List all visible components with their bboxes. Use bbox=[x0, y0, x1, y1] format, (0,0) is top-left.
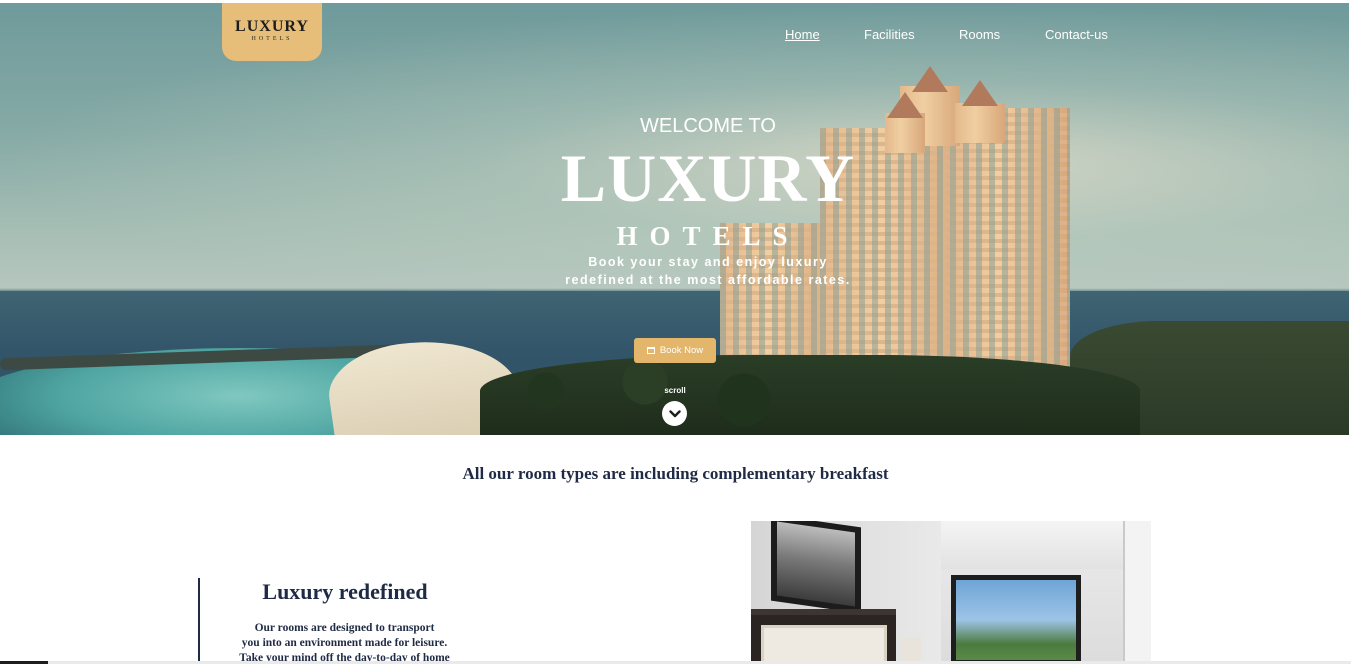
scroll-down-button[interactable] bbox=[662, 401, 687, 426]
hero-tagline-line-1: Book your stay and enjoy luxury bbox=[588, 255, 828, 269]
hero-tagline: Book your stay and enjoy luxury redefine… bbox=[0, 253, 1351, 289]
hero-welcome: WELCOME TO bbox=[640, 115, 776, 137]
hero-subtitle: HOTELS bbox=[616, 221, 800, 251]
feature-line-1: Our rooms are designed to transport bbox=[254, 622, 435, 634]
palm-trees bbox=[480, 355, 1140, 435]
feature-description: Our rooms are designed to transport you … bbox=[222, 621, 467, 664]
breakfast-notice: All our room types are including complem… bbox=[462, 464, 889, 483]
nav-facilities[interactable]: Facilities bbox=[864, 27, 915, 43]
room-window bbox=[951, 575, 1081, 664]
lamp bbox=[901, 637, 921, 661]
book-now-label: Book Now bbox=[659, 345, 704, 356]
nav-home[interactable]: Home bbox=[785, 27, 820, 43]
nav-rooms[interactable]: Rooms bbox=[959, 27, 1000, 43]
main-nav: Home Facilities Rooms Contact-us bbox=[0, 27, 1351, 47]
feature-luxury-redefined: Luxury redefined Our rooms are designed … bbox=[198, 578, 488, 664]
hero-tagline-line-2: redefined at the most affordable rates. bbox=[565, 273, 851, 287]
chevron-down-icon bbox=[668, 409, 681, 417]
calendar-icon bbox=[646, 347, 655, 354]
feature-title: Luxury redefined bbox=[262, 579, 428, 604]
door bbox=[1123, 521, 1151, 664]
hero-title: LUXURY bbox=[560, 140, 856, 216]
book-now-button[interactable]: Book Now bbox=[634, 338, 716, 363]
room-photo bbox=[751, 521, 1151, 664]
scroll-label: scroll bbox=[664, 386, 686, 395]
wall-art bbox=[771, 521, 861, 614]
nav-contact-us[interactable]: Contact-us bbox=[1045, 27, 1108, 43]
feature-line-2: you into an environment made for leisure… bbox=[241, 637, 448, 649]
